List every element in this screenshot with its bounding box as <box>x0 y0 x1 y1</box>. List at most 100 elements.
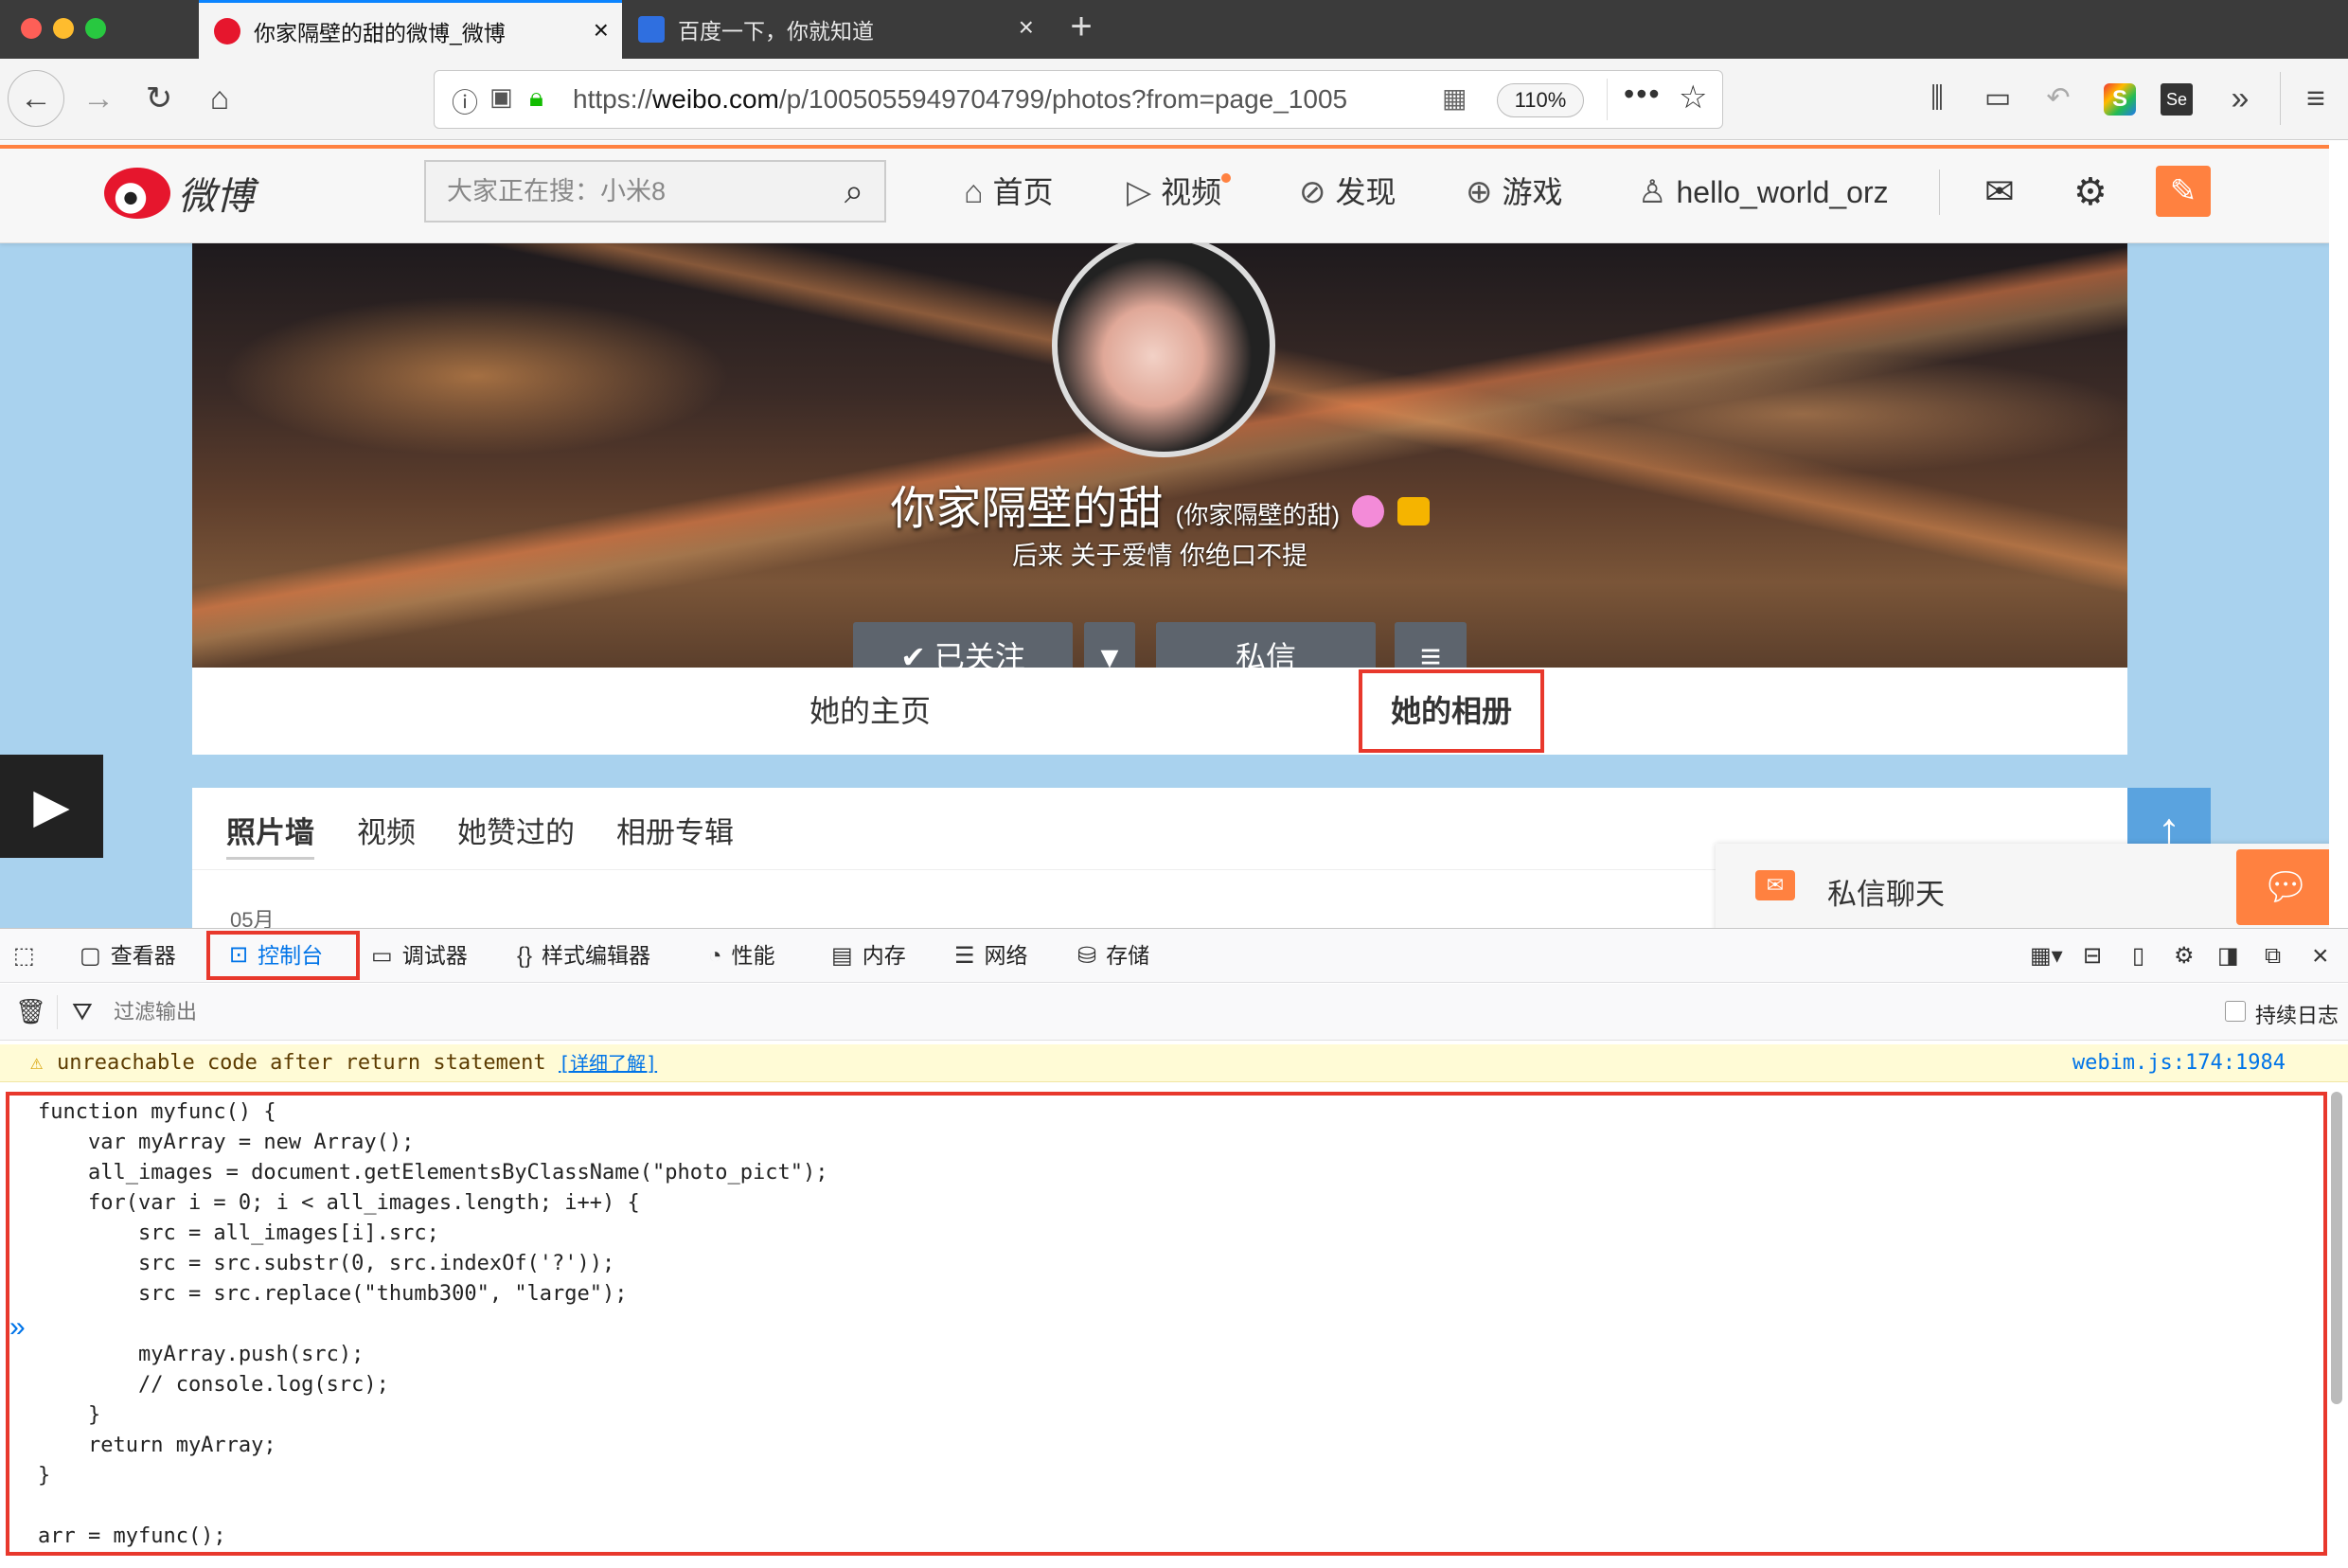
zoom-indicator[interactable]: 110% <box>1497 83 1584 117</box>
compose-button[interactable]: ✎ <box>2156 166 2211 217</box>
nav-discover[interactable]: ⊘ 发现 <box>1299 168 1396 217</box>
page-actions-icon[interactable]: ••• <box>1624 77 1662 112</box>
album-tab-albums[interactable]: 相册专辑 <box>616 807 734 860</box>
console-input-editor[interactable]: function myfunc() { var myArray = new Ar… <box>6 1092 2327 1556</box>
tab-storage[interactable]: ⛁ 存储 <box>1077 929 1149 983</box>
nav-home-label: 首页 <box>992 175 1054 209</box>
filter-funnel-icon: ⛛ <box>72 997 93 1025</box>
tab-debugger[interactable]: ▭ 调试器 <box>371 929 468 983</box>
lock-icon[interactable]: 🔒︎ <box>529 82 543 114</box>
undock-icon[interactable]: ⧉ <box>2265 929 2290 983</box>
tab-network[interactable]: ☰ 网络 <box>954 929 1028 983</box>
more-menu-button[interactable]: ≡ <box>1395 622 1467 668</box>
nav-user[interactable]: ♙ hello_world_orz <box>1638 168 1889 217</box>
tab-label: 内存 <box>862 943 906 968</box>
performance-icon: ◔ <box>708 943 722 969</box>
scratchpad-icon[interactable]: ⊟ <box>2083 929 2111 983</box>
tab-style-editor[interactable]: {} 样式编辑器 <box>517 929 650 983</box>
persist-logs-checkbox[interactable] <box>2225 1001 2246 1022</box>
url-bar[interactable]: ⓘ ▣ 🔒︎ https://weibo.com/p/1005055949704… <box>434 70 1723 129</box>
new-tab-button[interactable]: + <box>1060 8 1102 49</box>
tab-performance[interactable]: ◔ 性能 <box>708 929 775 983</box>
network-icon: ☰ <box>954 943 975 969</box>
devtools-toolbar: ⬚ ▢ 查看器 ⊡ 控制台 ▭ 调试器 {} 样式编辑器 ◔ 性能 ▤ 内存 ☰ 网络 ⛁ 存储… <box>0 929 2348 983</box>
tab-her-album[interactable]: 她的相册 <box>1359 669 1545 753</box>
dock-side-icon[interactable]: ◨ <box>2217 929 2249 983</box>
debugger-icon: ▭ <box>371 943 393 969</box>
element-picker-icon[interactable]: ⬚ <box>13 929 44 983</box>
tab-label: 控制台 <box>258 943 324 968</box>
permissions-icon[interactable]: ▣ <box>489 82 513 112</box>
divider <box>1939 169 1940 215</box>
album-tab-liked[interactable]: 她赞过的 <box>457 807 575 860</box>
nav-video[interactable]: ▷ 视频 <box>1127 168 1232 217</box>
braces-icon: {} <box>517 943 533 969</box>
search-icon[interactable]: ⌕ <box>845 162 863 221</box>
vip-crown-icon <box>1396 497 1430 526</box>
forward-button[interactable]: → <box>70 70 127 127</box>
hamburger-menu-icon[interactable]: ≡ <box>2287 70 2344 127</box>
bookmark-star-icon[interactable]: ☆ <box>1679 79 1707 116</box>
nav-username: hello_world_orz <box>1676 175 1889 209</box>
learn-more-link[interactable]: [详细了解] <box>559 1044 657 1082</box>
close-tab-icon[interactable]: × <box>594 16 609 45</box>
close-window-icon[interactable] <box>21 18 42 39</box>
undo-icon[interactable]: ↶ <box>2030 70 2087 127</box>
minimize-window-icon[interactable] <box>53 18 74 39</box>
devtools-settings-icon[interactable]: ⚙ <box>2174 929 2204 983</box>
tab-inspector[interactable]: ▢ 查看器 <box>80 929 176 983</box>
nav-home[interactable]: ⌂ 首页 <box>964 168 1054 217</box>
tab-console[interactable]: ⊡ 控制台 <box>206 931 360 980</box>
tab-title: 百度一下，你就知道 <box>678 19 874 44</box>
tab-baidu[interactable]: 百度一下，你就知道 × <box>623 0 1047 59</box>
sidebar-icon[interactable]: ▭ <box>1969 70 2026 127</box>
follow-button[interactable]: ✔ 已关注 <box>853 622 1073 668</box>
settings-gear-icon[interactable]: ⚙ <box>2073 168 2108 217</box>
console-scrollbar[interactable] <box>2331 1092 2342 1404</box>
play-icon[interactable]: ▶ <box>0 755 103 858</box>
chat-widget[interactable]: ✉ 私信聊天 💬︎ <box>1716 844 2329 928</box>
trash-icon[interactable]: 🗑︎ <box>15 997 46 1026</box>
search-input[interactable]: 大家正在搜：小米8 ⌕ <box>424 160 886 223</box>
inspector-icon: ▢ <box>80 943 101 969</box>
chat-bubble-icon[interactable]: 💬︎ <box>2236 849 2329 925</box>
console-filter-bar: 🗑︎ ⛛ 持续日志 <box>0 984 2348 1041</box>
info-icon[interactable]: ⓘ <box>452 82 478 120</box>
qr-code-icon[interactable]: ▦ <box>1442 82 1467 114</box>
filter-output-input[interactable] <box>114 993 1250 1031</box>
responsive-design-icon[interactable]: ▯ <box>2132 929 2154 983</box>
warning-source-link[interactable]: webim.js:174:1984 <box>2072 1044 2286 1082</box>
divider <box>57 995 58 1029</box>
user-icon: ♙ <box>1638 174 1667 210</box>
split-console-icon[interactable]: ▦▾ <box>2030 929 2072 983</box>
url-text[interactable]: https://weibo.com/p/1005055949704799/pho… <box>573 71 1387 128</box>
logo-text: 微博 <box>178 176 254 218</box>
close-devtools-icon[interactable]: × <box>2312 929 2339 983</box>
album-tab-photo-wall[interactable]: 照片墙 <box>226 807 314 860</box>
nav-games-label: 游戏 <box>1502 175 1563 209</box>
nav-games[interactable]: ⊕ 游戏 <box>1466 168 1563 217</box>
close-tab-icon[interactable]: × <box>1019 13 1034 42</box>
zoom-window-icon[interactable] <box>85 18 106 39</box>
library-icon[interactable]: ⫼ <box>1909 70 1966 127</box>
message-button[interactable]: 私信 <box>1156 622 1376 668</box>
home-button[interactable]: ⌂ <box>191 70 248 127</box>
avatar[interactable] <box>1052 243 1275 457</box>
compose-icon: ✎ <box>2169 173 2197 209</box>
overflow-menu-icon[interactable]: » <box>2212 70 2268 127</box>
url-scheme: https:// <box>573 84 653 114</box>
selenium-ide-icon[interactable]: Se <box>2161 83 2193 116</box>
extension-s-icon[interactable]: S <box>2104 83 2136 116</box>
tab-her-homepage[interactable]: 她的主页 <box>809 668 931 755</box>
follow-dropdown-button[interactable]: ▼ <box>1084 622 1135 668</box>
mail-icon[interactable]: ✉ <box>1984 168 2015 217</box>
tab-weibo[interactable]: 你家隔壁的甜的微博_微博 × <box>199 0 622 59</box>
tab-label: 样式编辑器 <box>542 943 651 968</box>
tab-memory[interactable]: ▤ 内存 <box>831 929 906 983</box>
album-tab-video[interactable]: 视频 <box>357 807 416 860</box>
tab-strip: 你家隔壁的甜的微博_微博 × 百度一下，你就知道 × + <box>0 0 2348 59</box>
nav-discover-label: 发现 <box>1335 175 1396 209</box>
back-button[interactable]: ← <box>8 70 64 127</box>
weibo-logo[interactable]: 微博 <box>104 166 254 221</box>
reload-button[interactable]: ↻ <box>131 70 187 127</box>
